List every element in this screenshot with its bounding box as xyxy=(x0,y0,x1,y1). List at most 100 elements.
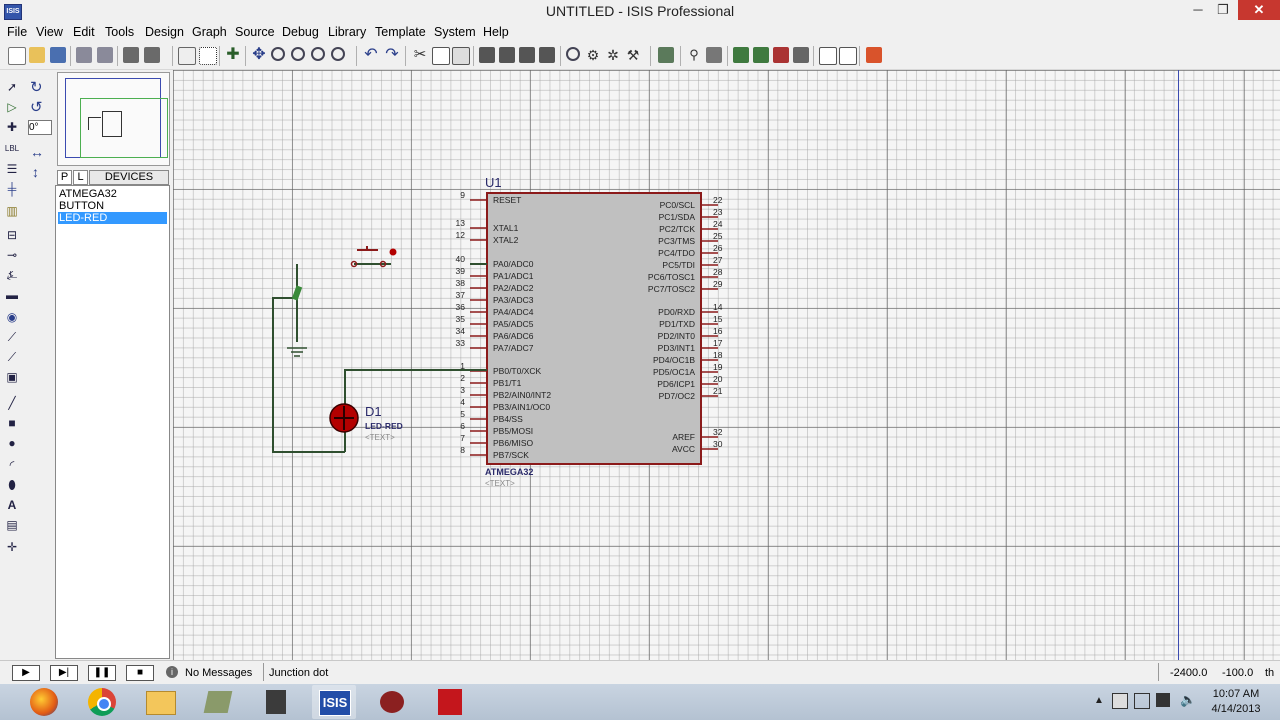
block-delete-icon[interactable] xyxy=(539,47,555,63)
isis-icon[interactable]: ISIS xyxy=(312,685,356,719)
search-icon[interactable]: ⚲ xyxy=(686,47,702,63)
origin-icon[interactable]: ✚ xyxy=(225,47,241,63)
open-file-icon[interactable] xyxy=(29,47,45,63)
menu-edit[interactable]: Edit xyxy=(73,25,95,39)
grid-icon[interactable] xyxy=(199,47,217,65)
menu-graph[interactable]: Graph xyxy=(192,25,227,39)
2d-circle-mode-icon[interactable]: ● xyxy=(4,436,20,450)
junction-dot-mode-icon[interactable]: ✚ xyxy=(4,120,20,134)
buses-mode-icon[interactable]: ╪ xyxy=(4,182,20,196)
bill-of-materials-icon[interactable] xyxy=(819,47,837,65)
tray-overflow-icon[interactable]: ▲ xyxy=(1094,695,1104,706)
virtual-instruments-mode-icon[interactable]: ▣ xyxy=(4,370,20,384)
zoom-out-icon[interactable] xyxy=(291,47,305,61)
step-button[interactable]: ▶| xyxy=(50,665,78,681)
file-explorer-icon[interactable] xyxy=(138,685,182,719)
new-file-icon[interactable] xyxy=(8,47,26,65)
led-d1[interactable] xyxy=(329,403,359,433)
graph-mode-icon[interactable]: ⍼ xyxy=(4,268,20,282)
cut-icon[interactable]: ✂ xyxy=(412,47,428,63)
pick-device-icon[interactable] xyxy=(566,47,580,61)
zoom-area-icon[interactable] xyxy=(331,47,345,61)
rotation-angle-field[interactable]: 0° xyxy=(28,120,52,135)
generator-mode-icon[interactable]: ◉ xyxy=(4,310,20,324)
block-copy-icon[interactable] xyxy=(479,47,495,63)
pick-devices-button[interactable]: P xyxy=(57,170,72,185)
export-icon[interactable] xyxy=(97,47,113,63)
voltage-probe-mode-icon[interactable]: ⟋ xyxy=(4,330,20,344)
netlist-to-ares-icon[interactable] xyxy=(866,47,882,63)
minimize-button[interactable]: ─ xyxy=(1185,0,1211,20)
2d-line-mode-icon[interactable]: ╱ xyxy=(4,396,20,410)
selection-mode-icon[interactable]: ➚ xyxy=(4,80,20,94)
ground-symbol[interactable] xyxy=(287,347,307,357)
zoom-all-icon[interactable] xyxy=(311,47,325,61)
menu-design[interactable]: Design xyxy=(145,25,184,39)
rotate-clockwise-icon[interactable]: ↻ xyxy=(30,78,43,96)
mirror-y-icon[interactable]: ↕ xyxy=(32,164,39,180)
remove-sheet-icon[interactable] xyxy=(773,47,789,63)
library-manager-button[interactable]: L xyxy=(73,170,88,185)
paste-icon[interactable] xyxy=(452,47,470,65)
2d-text-mode-icon[interactable]: A xyxy=(4,498,20,512)
firefox-icon[interactable] xyxy=(22,685,66,719)
refresh-icon[interactable] xyxy=(178,47,196,65)
play-button[interactable]: ▶ xyxy=(12,665,40,681)
proteus-ares-icon[interactable] xyxy=(370,685,414,719)
rotate-anticlockwise-icon[interactable]: ↺ xyxy=(30,98,43,116)
copy-icon[interactable] xyxy=(432,47,450,65)
clock-date[interactable]: 4/14/2013 xyxy=(1202,703,1270,715)
app-icon[interactable] xyxy=(196,685,240,719)
messages-status[interactable]: No Messages xyxy=(185,667,252,679)
pause-button[interactable]: ❚❚ xyxy=(88,665,116,681)
exit-parent-icon[interactable] xyxy=(793,47,809,63)
2d-arc-mode-icon[interactable]: ◜ xyxy=(4,458,20,472)
menu-template[interactable]: Template xyxy=(375,25,426,39)
text-script-mode-icon[interactable]: ☰ xyxy=(4,162,20,176)
save-icon[interactable] xyxy=(50,47,66,63)
property-assignment-icon[interactable] xyxy=(706,47,722,63)
add-sheet-icon[interactable] xyxy=(753,47,769,63)
mirror-x-icon[interactable]: ↔ xyxy=(30,144,44,160)
power-icon[interactable] xyxy=(1134,693,1150,709)
2d-markers-mode-icon[interactable]: ✛ xyxy=(4,540,20,554)
menu-library[interactable]: Library xyxy=(328,25,366,39)
menu-system[interactable]: System xyxy=(434,25,476,39)
stop-button[interactable]: ■ xyxy=(126,665,154,681)
action-center-icon[interactable] xyxy=(1112,693,1128,709)
device-list[interactable]: ATMEGA32 BUTTON LED-RED xyxy=(55,185,170,659)
pan-icon[interactable]: ✥ xyxy=(251,47,267,63)
menu-view[interactable]: View xyxy=(36,25,63,39)
restore-button[interactable]: ❐ xyxy=(1210,0,1236,20)
decompose-icon[interactable]: ⚒ xyxy=(625,47,641,63)
redo-icon[interactable]: ↷ xyxy=(384,47,400,63)
block-rotate-icon[interactable] xyxy=(519,47,535,63)
block-move-icon[interactable] xyxy=(499,47,515,63)
overview-window[interactable] xyxy=(57,72,170,166)
media-icon[interactable] xyxy=(254,685,298,719)
wire-pb0[interactable] xyxy=(344,369,487,404)
current-probe-mode-icon[interactable]: ⟋ xyxy=(4,350,20,364)
menu-help[interactable]: Help xyxy=(483,25,509,39)
2d-box-mode-icon[interactable]: ■ xyxy=(4,416,20,430)
zoom-in-icon[interactable] xyxy=(271,47,285,61)
clock-time[interactable]: 10:07 AM xyxy=(1202,688,1270,700)
device-item-button[interactable]: BUTTON xyxy=(58,200,167,212)
electrical-rules-icon[interactable] xyxy=(839,47,857,65)
import-icon[interactable] xyxy=(76,47,92,63)
print-area-icon[interactable] xyxy=(144,47,160,63)
menu-debug[interactable]: Debug xyxy=(282,25,319,39)
tape-recorder-mode-icon[interactable]: ▬ xyxy=(4,288,20,302)
network-icon[interactable] xyxy=(1156,693,1170,707)
close-button[interactable]: ✕ xyxy=(1238,0,1280,20)
menu-file[interactable]: File xyxy=(7,25,27,39)
packaging-icon[interactable]: ✲ xyxy=(605,47,621,63)
component-mode-icon[interactable]: ▷ xyxy=(4,100,20,114)
menu-tools[interactable]: Tools xyxy=(105,25,134,39)
volume-icon[interactable]: 🔈 xyxy=(1180,692,1196,708)
acrobat-icon[interactable] xyxy=(428,685,472,719)
device-item-led-red[interactable]: LED-RED xyxy=(58,212,167,224)
menu-source[interactable]: Source xyxy=(235,25,275,39)
print-icon[interactable] xyxy=(123,47,139,63)
2d-path-mode-icon[interactable]: ⬮ xyxy=(4,478,20,492)
